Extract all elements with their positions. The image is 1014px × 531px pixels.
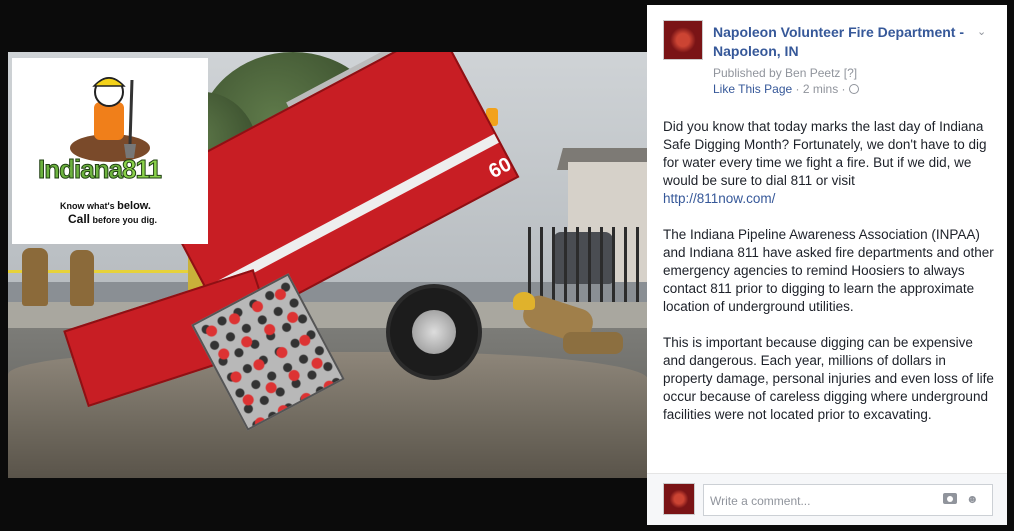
like-page-link[interactable]: Like This Page xyxy=(713,82,792,96)
published-by: Published by Ben Peetz [?] xyxy=(713,66,858,80)
crouching-firefighter xyxy=(503,292,623,362)
post-time[interactable]: 2 mins xyxy=(803,82,838,96)
post-meta: Like This Page · 2 mins · xyxy=(713,82,859,96)
logo-tagline: Know what's below. xyxy=(60,200,151,212)
chevron-down-icon[interactable]: ⌄ xyxy=(977,25,989,38)
sticker-icon[interactable]: ☻ xyxy=(966,492,980,506)
post-link[interactable]: http://811now.com/ xyxy=(663,191,775,206)
firefighter xyxy=(22,248,48,306)
post-panel: Napoleon Volunteer Fire Department - Nap… xyxy=(647,5,1007,525)
logo-wordmark: Indiana811 xyxy=(37,154,162,185)
camera-icon[interactable] xyxy=(943,493,957,504)
post-paragraph: Did you know that today marks the last d… xyxy=(663,119,987,206)
post-paragraph: The Indiana Pipeline Awareness Associati… xyxy=(663,227,994,314)
indiana-811-logo: Indiana811 Know what's below. Call befor… xyxy=(12,58,208,244)
globe-icon[interactable] xyxy=(848,84,859,94)
logo-tagline: Call before you dig. xyxy=(68,212,158,226)
page-name-link[interactable]: Napoleon Volunteer Fire Department - Nap… xyxy=(713,23,983,61)
page-avatar[interactable] xyxy=(663,20,703,60)
truck-wheel xyxy=(386,284,482,380)
post-paragraph: This is important because digging can be… xyxy=(663,335,994,422)
commenter-avatar xyxy=(663,483,695,515)
post-body: Did you know that today marks the last d… xyxy=(663,118,998,442)
